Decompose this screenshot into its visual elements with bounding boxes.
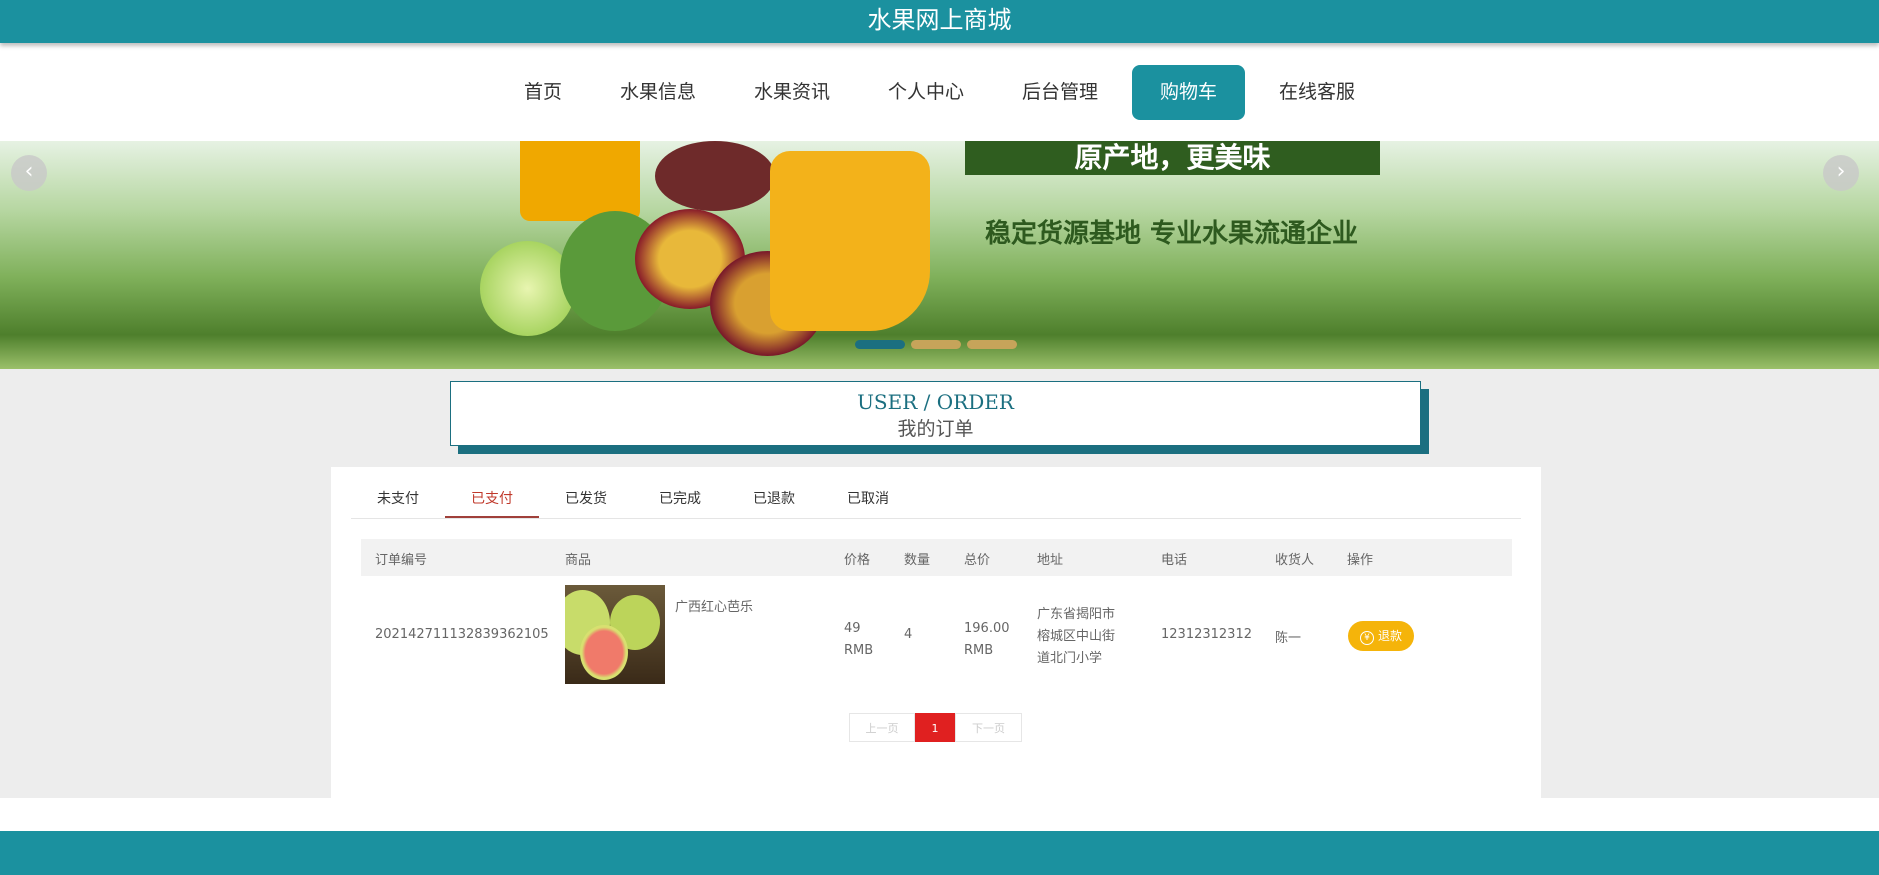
col-order-no: 订单编号	[375, 553, 428, 568]
tab-refunded[interactable]: 已退款	[727, 484, 821, 518]
page-1-button[interactable]: 1	[915, 713, 955, 742]
table-header: 订单编号 商品 价格 数量 总价 地址 电话 收货人 操作	[361, 539, 1512, 576]
price: 49 RMB	[844, 618, 873, 662]
address-line: 榕城区中山街	[1037, 629, 1116, 644]
tab-completed[interactable]: 已完成	[633, 484, 727, 518]
carousel-indicators	[855, 340, 1017, 349]
receiver: 陈一	[1275, 631, 1302, 646]
col-phone: 电话	[1161, 553, 1188, 568]
col-total: 总价	[964, 553, 991, 568]
quantity: 4	[904, 627, 913, 642]
col-receiver: 收货人	[1275, 553, 1315, 568]
address-line: 道北门小学	[1037, 651, 1103, 666]
yen-icon: ¥	[1359, 631, 1374, 645]
order-status-tabs: 未支付 已支付 已发货 已完成 已退款 已取消	[351, 484, 1521, 519]
tab-unpaid[interactable]: 未支付	[351, 484, 445, 518]
section-title-cn: 我的订单	[897, 418, 974, 440]
address-line: 广东省揭阳市	[1037, 607, 1116, 622]
price-unit: RMB	[844, 643, 874, 658]
site-title: 水果网上商城	[867, 6, 1012, 34]
nav-home[interactable]: 首页	[500, 65, 586, 120]
main-nav: 首页 水果信息 水果资讯 个人中心 后台管理 购物车 在线客服	[0, 43, 1879, 141]
carousel-dot[interactable]	[967, 340, 1017, 349]
section-title-en: USER / ORDER	[857, 390, 1014, 414]
product-image[interactable]	[565, 585, 665, 684]
footer-spacer	[0, 798, 1879, 831]
banner-slogan-main: 原产地，更美味	[965, 141, 1380, 175]
table-row: 202142711132839362105 广西红心芭乐 49 RMB 4 196…	[361, 576, 1512, 696]
section-title-box: USER / ORDER 我的订单	[450, 381, 1421, 446]
col-price: 价格	[844, 553, 871, 568]
tab-shipped[interactable]: 已发货	[539, 484, 633, 518]
prev-page-button[interactable]: 上一页	[849, 713, 915, 742]
banner-fruit-image	[520, 141, 640, 221]
total: 196.00 RMB	[964, 618, 1010, 662]
next-page-button[interactable]: 下一页	[955, 713, 1022, 742]
refund-label: 退款	[1377, 629, 1402, 643]
carousel-prev-icon[interactable]: ‹	[11, 155, 47, 191]
banner-fruit-image	[655, 141, 775, 211]
banner-fruit-image	[770, 151, 930, 331]
pagination: 上一页 1 下一页	[849, 713, 1022, 742]
nav-cart[interactable]: 购物车	[1132, 64, 1246, 120]
col-qty: 数量	[904, 553, 931, 568]
banner-carousel: 原产地，更美味 稳定货源基地 专业水果流通企业 ‹ ›	[0, 141, 1879, 369]
nav-fruit-info[interactable]: 水果信息	[596, 65, 720, 120]
carousel-dot[interactable]	[855, 340, 905, 349]
col-action: 操作	[1347, 553, 1374, 568]
carousel-next-icon[interactable]: ›	[1823, 155, 1859, 191]
order-panel: 未支付 已支付 已发货 已完成 已退款 已取消 订单编号 商品 价格 数量 总价…	[331, 467, 1541, 798]
refund-button[interactable]: ¥ 退款	[1348, 621, 1414, 651]
banner-slogan-sub: 稳定货源基地 专业水果流通企业	[985, 219, 1359, 249]
total-value: 196.00	[964, 621, 1010, 636]
site-header: 水果网上商城	[0, 0, 1879, 43]
phone: 12312312312	[1161, 627, 1252, 642]
address: 广东省揭阳市 榕城区中山街 道北门小学	[1037, 604, 1115, 670]
total-unit: RMB	[964, 643, 994, 658]
col-address: 地址	[1037, 553, 1064, 568]
price-value: 49	[844, 621, 861, 636]
nav-fruit-news[interactable]: 水果资讯	[730, 65, 854, 120]
tab-paid[interactable]: 已支付	[445, 484, 539, 518]
nav-admin[interactable]: 后台管理	[998, 65, 1122, 120]
nav-online-service[interactable]: 在线客服	[1255, 65, 1379, 120]
site-footer	[0, 831, 1879, 875]
col-product: 商品	[565, 553, 592, 568]
product-name[interactable]: 广西红心芭乐	[675, 596, 753, 615]
carousel-dot[interactable]	[911, 340, 961, 349]
tab-cancelled[interactable]: 已取消	[821, 484, 915, 518]
order-number: 202142711132839362105	[375, 627, 549, 642]
nav-personal-center[interactable]: 个人中心	[864, 65, 988, 120]
